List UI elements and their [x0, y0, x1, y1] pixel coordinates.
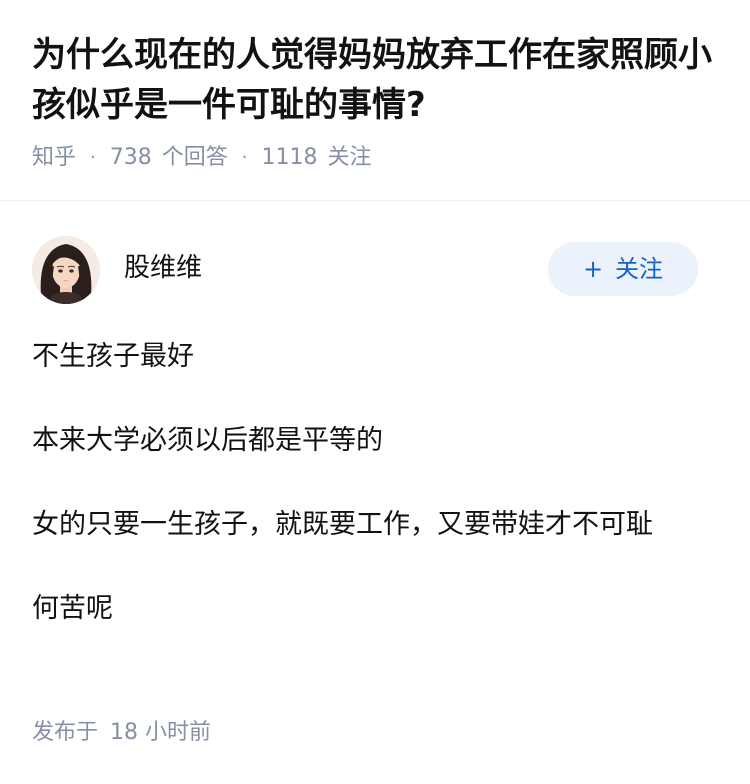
question-header: 为什么现在的人觉得妈妈放弃工作在家照顾小孩似乎是一件可耻的事情? 知乎 · 73…: [32, 30, 722, 174]
follower-count-label: 关注: [327, 145, 372, 170]
answer-paragraph: 本来大学必须以后都是平等的: [32, 425, 383, 456]
meta-separator: ·: [90, 147, 96, 168]
answer-count: 738: [109, 145, 152, 170]
answer-content: 不生孩子最好 本来大学必须以后都是平等的 女的只要一生孩子，就既要工作，又要带娃…: [32, 334, 712, 670]
answer-paragraph: 女的只要一生孩子，就既要工作，又要带娃才不可耻: [32, 509, 653, 540]
publish-meta: 发布于 18 小时前: [32, 716, 211, 750]
avatar-woman-portrait-icon: [32, 236, 100, 304]
section-divider: [0, 200, 750, 201]
publish-time: 18 小时前: [110, 720, 212, 745]
follower-count: 1118: [261, 145, 318, 170]
avatar[interactable]: [32, 236, 100, 304]
answer-paragraph: 何苦呢: [32, 593, 113, 624]
question-title[interactable]: 为什么现在的人觉得妈妈放弃工作在家照顾小孩似乎是一件可耻的事情?: [32, 30, 722, 130]
publish-label: 发布于: [32, 720, 99, 745]
follow-button-label: 关注: [615, 255, 664, 283]
plus-icon: +: [582, 255, 604, 283]
source-label: 知乎: [32, 145, 77, 170]
question-meta: 知乎 · 738 个回答 · 1118 关注: [32, 142, 722, 174]
author-row: 股维维 + 关注: [32, 236, 698, 308]
answer-count-label: 个回答: [161, 145, 228, 170]
follow-button[interactable]: + 关注: [548, 242, 698, 296]
answer-paragraph: 不生孩子最好: [32, 341, 194, 372]
author-name[interactable]: 股维维: [124, 250, 202, 286]
meta-separator: ·: [241, 147, 248, 168]
